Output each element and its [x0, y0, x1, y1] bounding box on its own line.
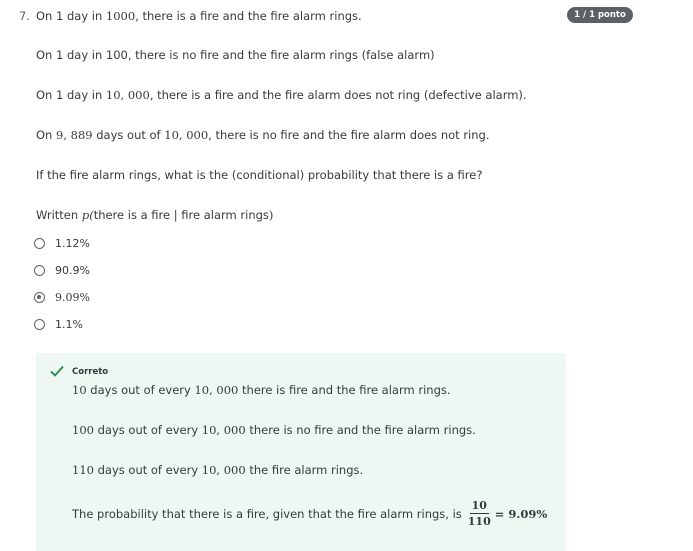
option-label: 1.1%: [55, 318, 83, 331]
score-badge: 1 / 1 ponto: [567, 7, 633, 23]
question-line-2: On 1 day in 100, there is no fire and th…: [36, 48, 435, 62]
question-prompt: If the fire alarm rings, what is the (co…: [36, 168, 483, 182]
radio-button[interactable]: [34, 319, 45, 330]
feedback-line-1: 10 days out of every 10, 000 there is fi…: [72, 383, 451, 397]
check-icon: [50, 365, 64, 377]
option-label: 9.09%: [55, 291, 90, 304]
radio-button[interactable]: [34, 265, 45, 276]
question-line-3: On 1 day in 10, 000, there is a fire and…: [36, 88, 527, 102]
feedback-line-2: 100 days out of every 10, 000 there is n…: [72, 423, 476, 437]
option-1[interactable]: 1.12%: [34, 237, 90, 250]
fraction: 10 110: [467, 499, 491, 528]
radio-button[interactable]: [34, 238, 45, 249]
feedback-panel: Correto 10 days out of every 10, 000 the…: [36, 353, 566, 551]
option-4[interactable]: 1.1%: [34, 318, 83, 331]
question-line-1: On 1 day in 1000, there is a fire and th…: [36, 9, 362, 23]
feedback-line-3: 110 days out of every 10, 000 the fire a…: [72, 463, 364, 477]
feedback-status: Correto: [72, 367, 109, 377]
question-number: 7.: [19, 9, 30, 23]
question-line-4: On 9, 889 days out of 10, 000, there is …: [36, 128, 490, 142]
option-label: 1.12%: [55, 237, 90, 250]
option-label: 90.9%: [55, 264, 90, 277]
question-notation: Written p(there is a fire | fire alarm r…: [36, 208, 274, 222]
radio-button-selected[interactable]: [34, 292, 45, 303]
option-3[interactable]: 9.09%: [34, 291, 90, 304]
option-2[interactable]: 90.9%: [34, 264, 90, 277]
feedback-line-4: The probability that there is a fire, gi…: [72, 499, 548, 528]
